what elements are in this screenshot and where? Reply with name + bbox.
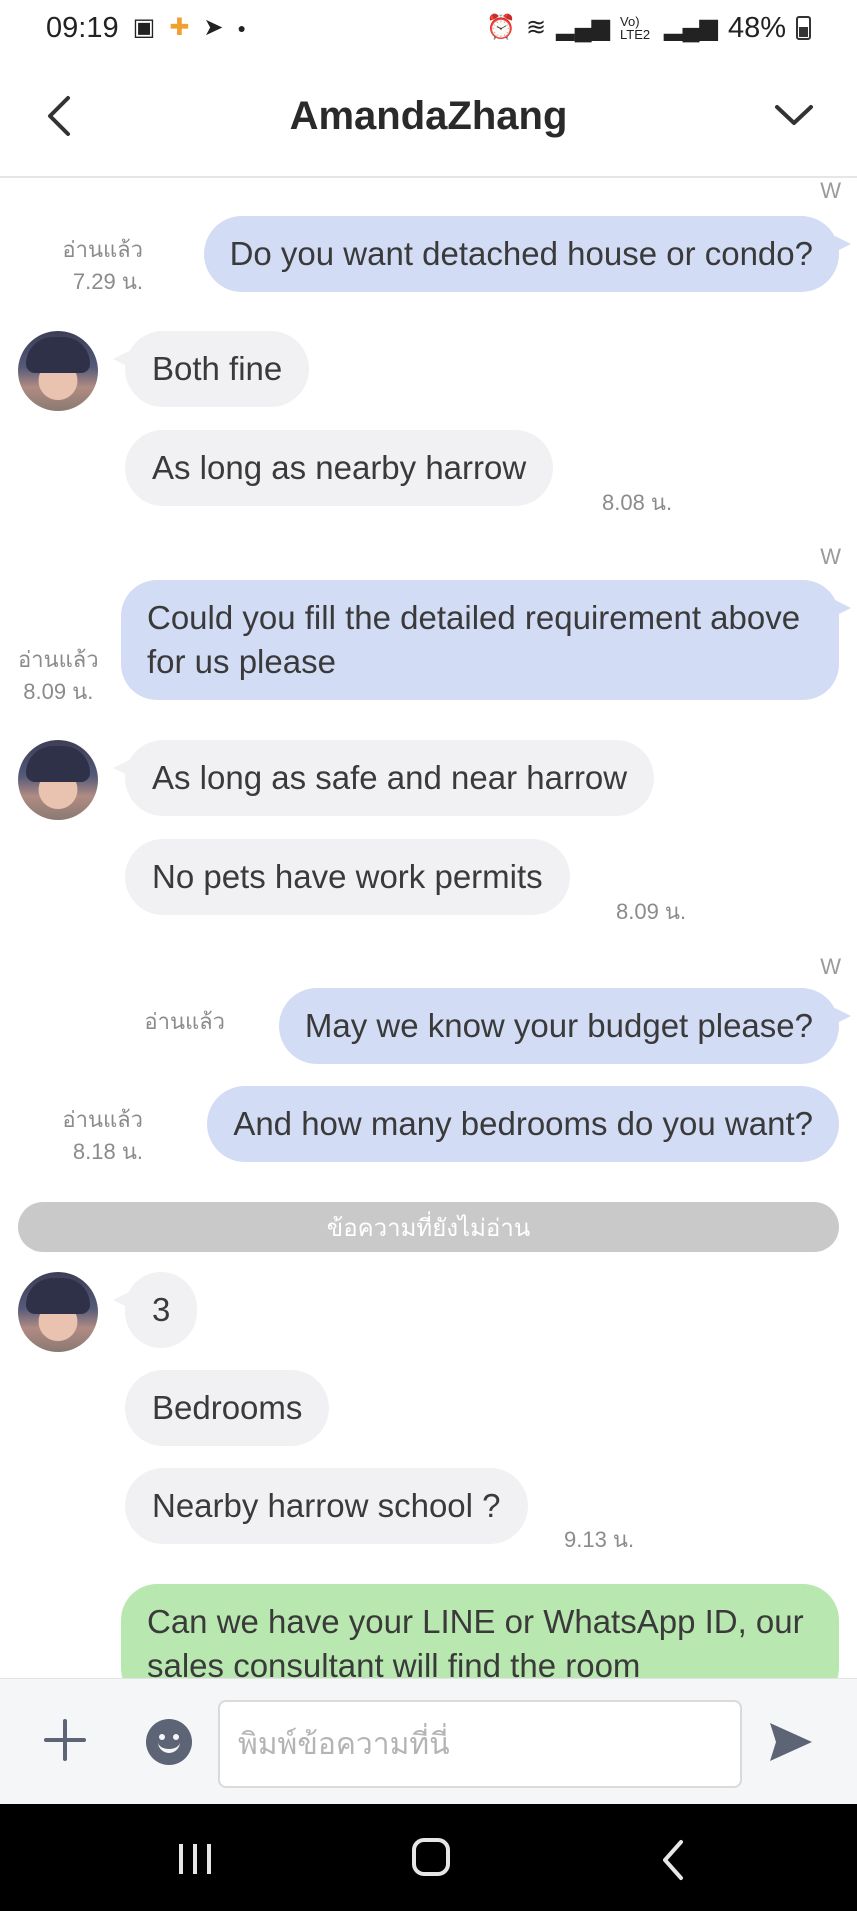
message-bubble-outgoing[interactable]: And how many bedrooms do you want? — [207, 1086, 839, 1162]
read-receipt: อ่านแล้ว 8.18 น. — [62, 1107, 143, 1164]
status-bar: 09:19 ▣ ✚ ➤ ● ⏰ ≋ ▂▄▆ Vo) LTE2 ▂▄▆ 48% — [0, 0, 857, 56]
chevron-left-icon[interactable] — [40, 86, 80, 146]
message-bubble-outgoing[interactable]: Can we have your LINE or WhatsApp ID, ou… — [121, 1584, 839, 1678]
chat-title[interactable]: AmandaZhang — [290, 94, 568, 139]
message-bubble-incoming[interactable]: 3 — [112, 1272, 198, 1348]
chat-header: AmandaZhang — [0, 56, 857, 178]
emoji-icon[interactable] — [146, 1719, 192, 1765]
message-bubble-outgoing[interactable]: Do you want detached house or condo? — [203, 216, 852, 292]
message-bubble-outgoing[interactable]: May we know your budget please? — [278, 988, 852, 1064]
unread-divider: ข้อความที่ยังไม่อ่าน — [18, 1202, 839, 1252]
message-time: 8.09 น. — [616, 899, 687, 924]
gallery-icon: ▣ — [132, 14, 156, 41]
read-receipt: อ่านแล้ว — [144, 1009, 225, 1034]
read-receipt: อ่านแล้ว 8.09 น. — [18, 647, 99, 704]
send-notification-icon: ➤ — [203, 14, 224, 41]
more-notifications-icon: ● — [237, 20, 246, 36]
sender-tag: W — [820, 180, 841, 203]
battery-icon — [796, 16, 811, 40]
sender-tag: W — [820, 544, 841, 569]
send-icon[interactable] — [766, 1717, 816, 1767]
chevron-down-icon[interactable] — [769, 91, 819, 141]
message-time: 9.13 น. — [564, 1527, 635, 1552]
alarm-icon: ⏰ — [486, 14, 516, 41]
message-bubble-incoming[interactable]: No pets have work permits — [125, 839, 570, 915]
app-notification-icon: ✚ — [169, 14, 190, 41]
recent-apps-icon[interactable] — [175, 1842, 215, 1876]
message-composer — [0, 1678, 857, 1804]
message-bubble-incoming[interactable]: As long as safe and near harrow — [112, 740, 655, 816]
home-icon[interactable] — [412, 1838, 450, 1876]
read-receipt: อ่านแล้ว 7.29 น. — [62, 237, 143, 294]
message-time: 8.08 น. — [602, 490, 673, 515]
status-time: 09:19 — [46, 11, 119, 44]
avatar[interactable] — [18, 740, 98, 820]
signal-icon: ▂▄▆ — [556, 14, 611, 41]
avatar[interactable] — [18, 331, 98, 411]
message-bubble-incoming[interactable]: Nearby harrow school ? — [125, 1468, 528, 1544]
nav-back-icon[interactable] — [655, 1838, 691, 1882]
message-input[interactable] — [218, 1700, 742, 1788]
wifi-icon: ≋ — [526, 14, 547, 41]
message-bubble-outgoing[interactable]: Could you fill the detailed requirement … — [121, 580, 851, 700]
signal-icon-2: ▂▄▆ — [664, 14, 718, 41]
message-bubble-incoming[interactable]: Both fine — [112, 331, 310, 407]
message-bubble-incoming[interactable]: As long as nearby harrow — [125, 430, 554, 506]
network-type: Vo) LTE2 — [620, 14, 651, 42]
sender-tag: W — [820, 954, 841, 979]
battery-level: 48% — [727, 11, 786, 44]
plus-icon[interactable] — [40, 1715, 90, 1765]
avatar[interactable] — [18, 1272, 98, 1352]
message-bubble-incoming[interactable]: Bedrooms — [125, 1370, 330, 1446]
system-nav-bar — [0, 1804, 857, 1911]
message-list[interactable]: W อ่านแล้ว 7.29 น. Do you want detached … — [0, 180, 857, 1678]
